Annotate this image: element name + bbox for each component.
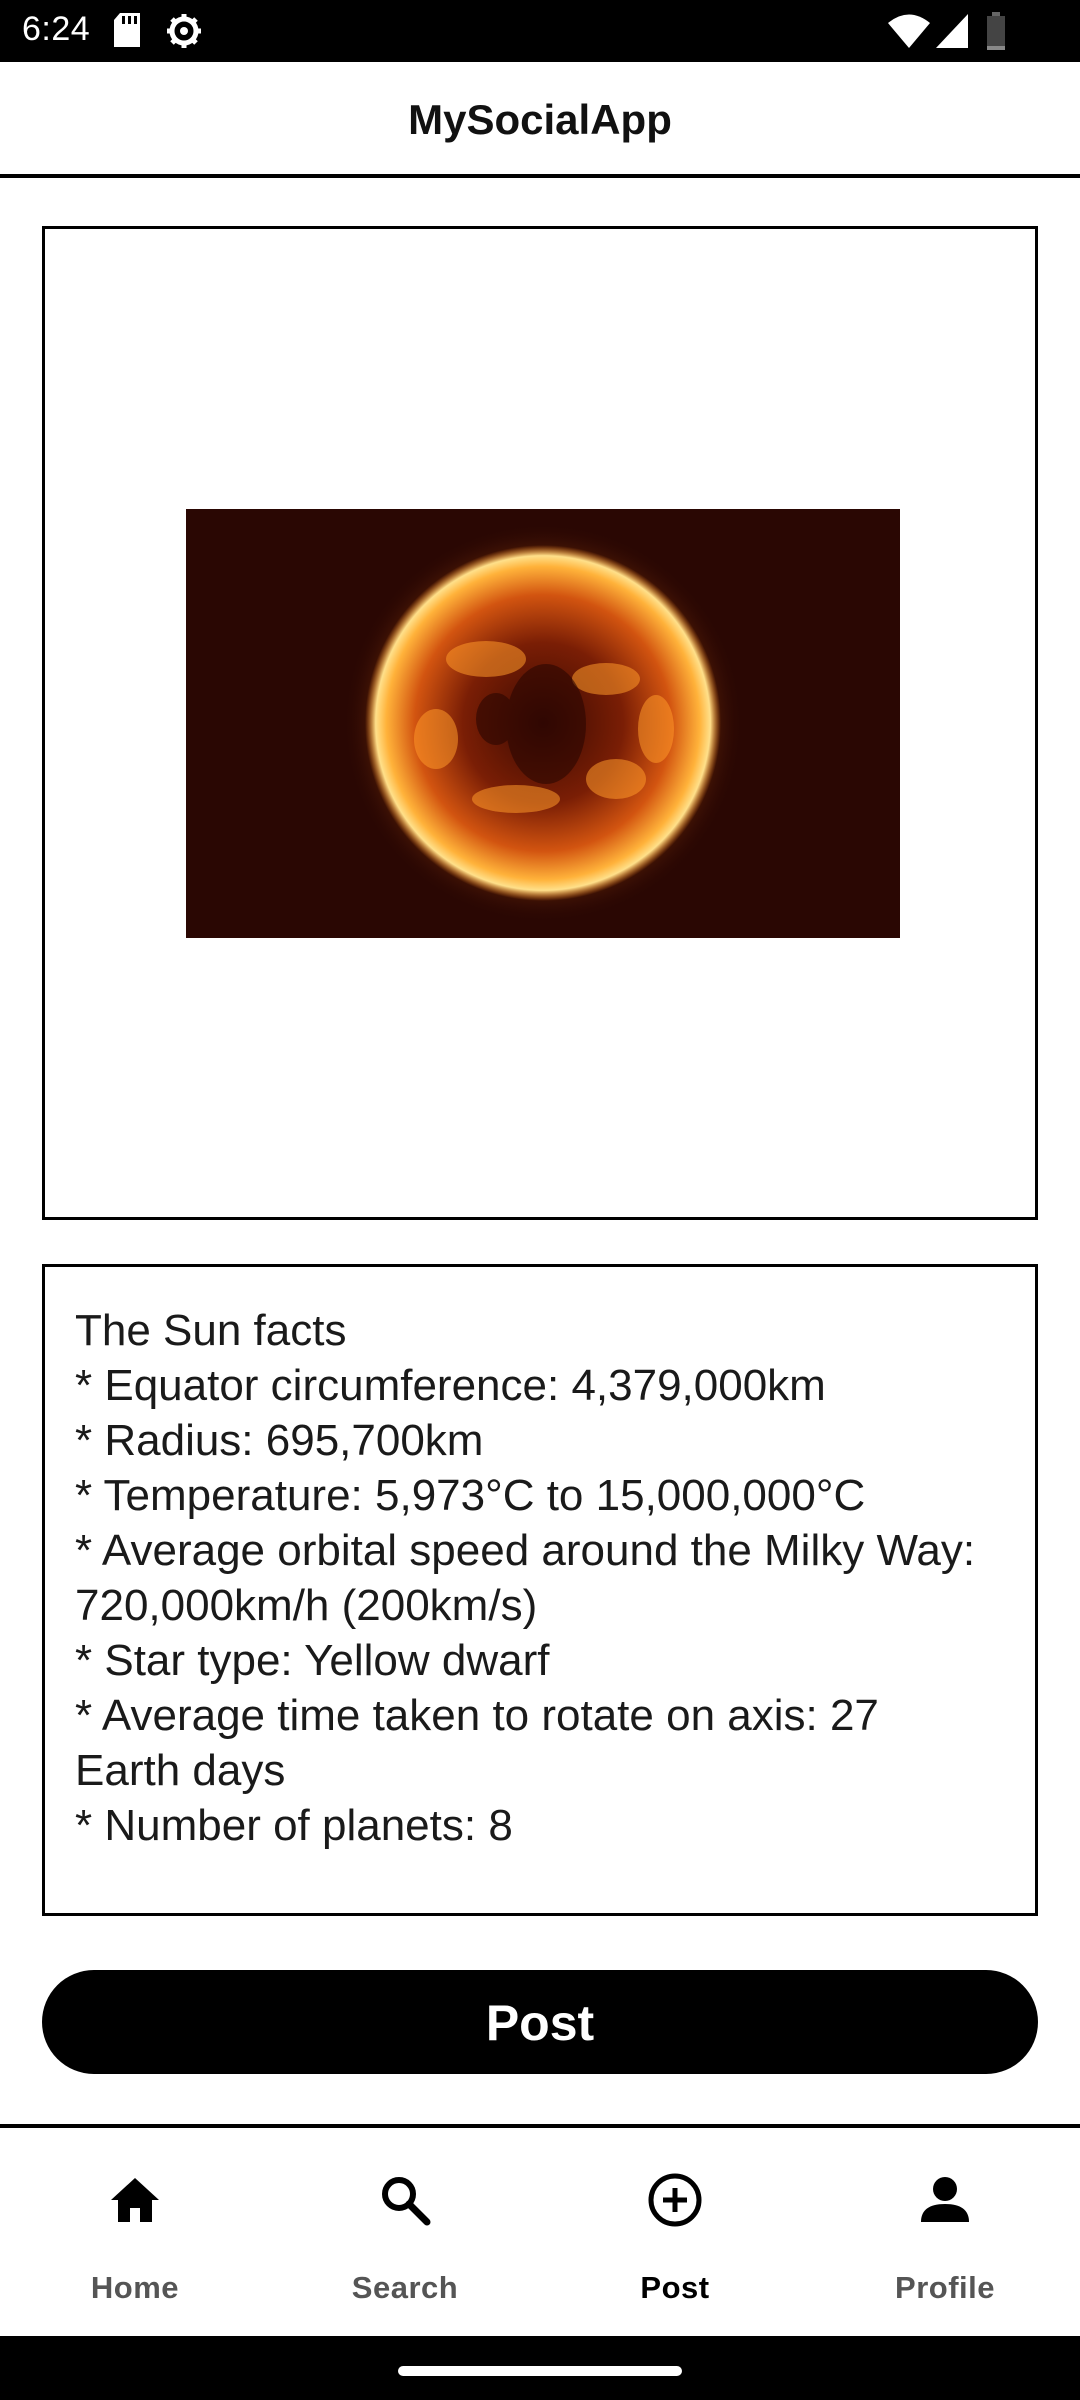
search-icon: [375, 2170, 435, 2230]
post-text-card[interactable]: The Sun facts * Equator circumference: 4…: [42, 1264, 1038, 1916]
gesture-navigation-bar: [0, 2336, 1080, 2400]
nav-item-profile[interactable]: Profile: [810, 2128, 1080, 2336]
post-text-input[interactable]: The Sun facts * Equator circumference: 4…: [75, 1303, 995, 1853]
post-image-card[interactable]: [42, 226, 1038, 1220]
settings-gear-icon: [166, 13, 202, 54]
post-button[interactable]: Post: [42, 1970, 1038, 2074]
nav-label-profile: Profile: [895, 2270, 995, 2305]
nav-item-search[interactable]: Search: [270, 2128, 540, 2336]
nav-item-post[interactable]: Post: [540, 2128, 810, 2336]
bottom-navigation: Home Search Post Profile: [0, 2124, 1080, 2336]
gesture-handle[interactable]: [398, 2366, 682, 2376]
nav-item-home[interactable]: Home: [0, 2128, 270, 2336]
status-bar: 6:24: [0, 0, 1080, 62]
add-circle-icon: [645, 2170, 705, 2230]
home-icon: [105, 2170, 165, 2230]
status-time: 6:24: [22, 10, 91, 48]
battery-icon: [986, 12, 1006, 55]
nav-label-post: Post: [640, 2270, 710, 2305]
signal-icon: [936, 14, 968, 53]
nav-label-home: Home: [90, 2270, 180, 2305]
app-bar: MySocialApp: [0, 62, 1080, 178]
post-image: [186, 509, 900, 938]
app-title: MySocialApp: [408, 96, 672, 143]
nav-label-search: Search: [351, 2270, 459, 2305]
wifi-icon: [888, 14, 930, 53]
sd-card-icon: [112, 13, 142, 52]
person-icon: [915, 2170, 975, 2230]
